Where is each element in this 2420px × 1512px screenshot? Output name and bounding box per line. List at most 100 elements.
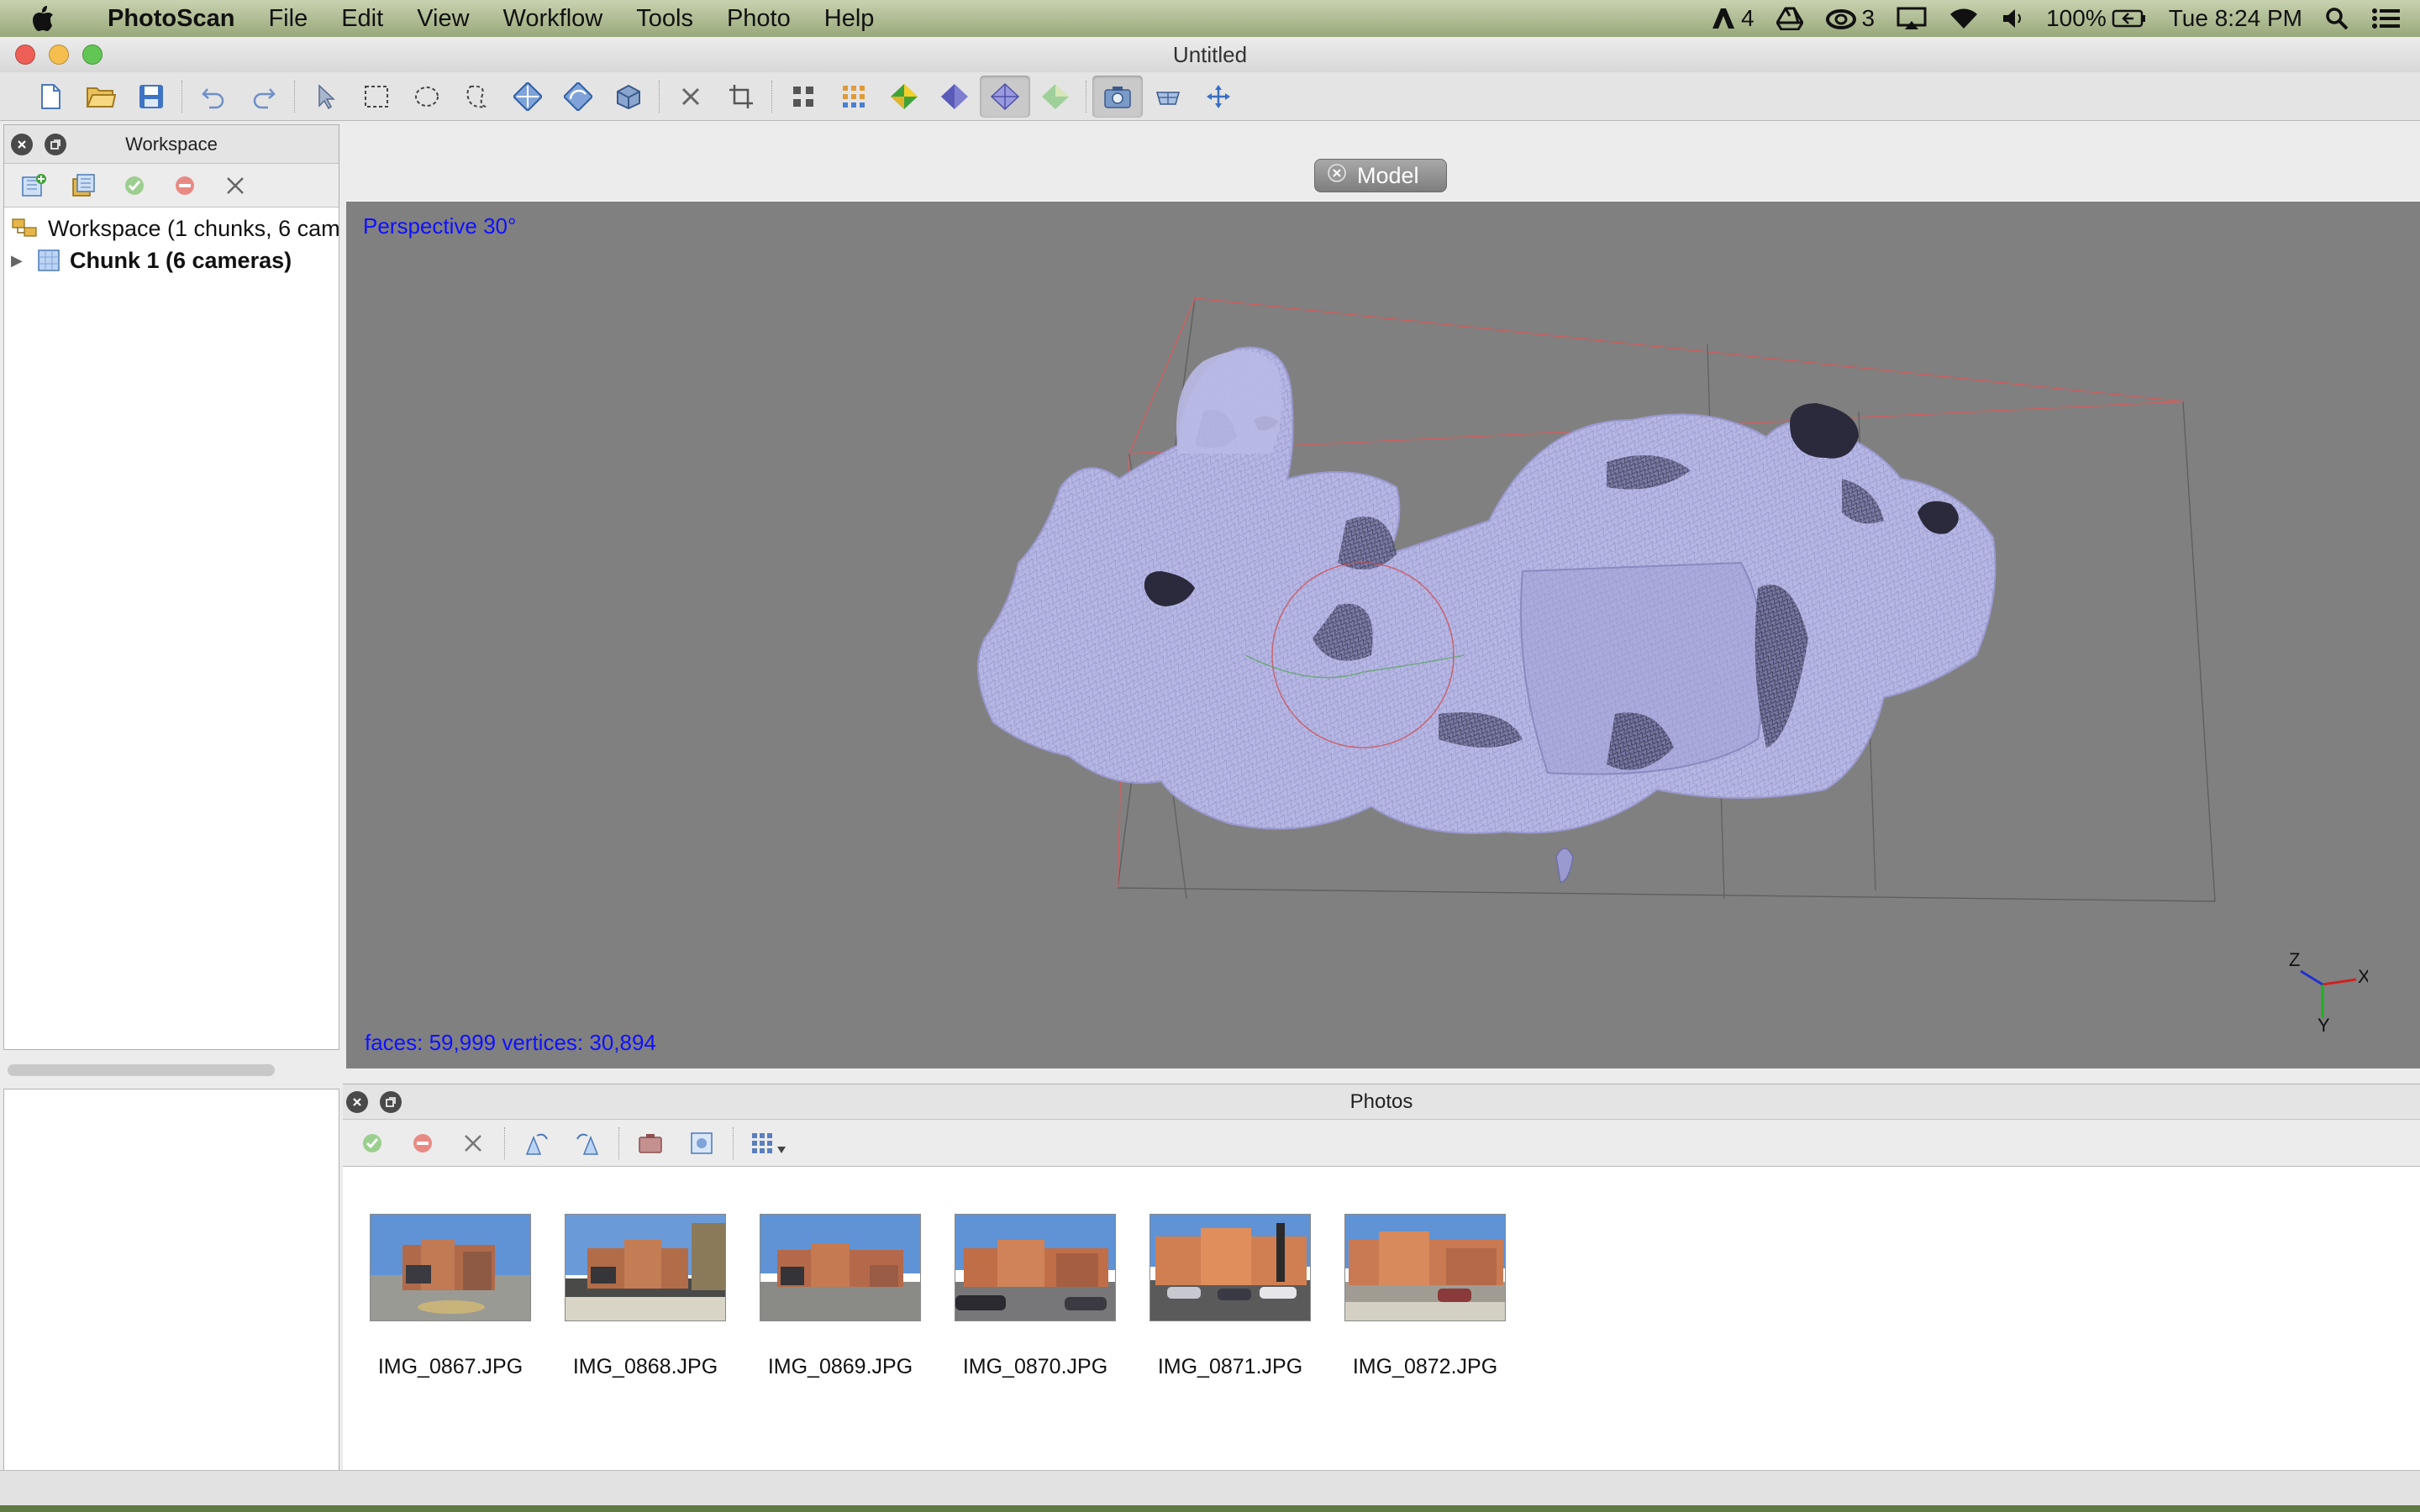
google-drive-icon [1776, 7, 1803, 30]
new-document-icon[interactable] [25, 76, 76, 118]
photo-thumbnail[interactable]: IMG_0867.JPG [370, 1214, 531, 1379]
clock[interactable]: Tue 8:24 PM [2169, 5, 2302, 32]
axis-y-label: Y [2317, 1015, 2330, 1032]
remove-items-icon[interactable] [211, 165, 260, 206]
chunk-item[interactable]: ▶ Chunk 1 (6 cameras) [11, 244, 339, 276]
close-tab-icon[interactable] [1327, 163, 1347, 189]
view-mode-icon[interactable] [741, 1123, 800, 1163]
open-photo-icon[interactable] [677, 1123, 726, 1163]
workspace-panel-header: Workspace [4, 125, 339, 164]
photos-panel-header: Photos [343, 1084, 2420, 1120]
creative-cloud-status[interactable]: 3 [1825, 5, 1875, 32]
workspace-root-item[interactable]: Workspace (1 chunks, 6 cameras) [11, 213, 339, 244]
drive-status[interactable] [1776, 7, 1803, 30]
zoom-window-button[interactable] [82, 45, 103, 65]
photo-image [1344, 1214, 1506, 1321]
menu-view[interactable]: View [400, 5, 486, 33]
remove-photos-icon[interactable] [449, 1123, 497, 1163]
photo-thumbnail[interactable]: IMG_0872.JPG [1344, 1214, 1506, 1379]
volume-status[interactable] [2001, 7, 2024, 30]
model-stats: faces: 59,999 vertices: 30,894 [365, 1030, 656, 1055]
rectangle-selection-icon[interactable] [351, 76, 402, 118]
close-panel-icon[interactable] [11, 134, 33, 155]
menu-file[interactable]: File [251, 5, 324, 33]
model-canvas[interactable] [346, 202, 2420, 1070]
photo-thumbnail[interactable]: IMG_0868.JPG [565, 1214, 726, 1379]
enable-photos-icon[interactable] [348, 1123, 397, 1163]
photo-thumbnail[interactable]: IMG_0869.JPG [760, 1214, 921, 1379]
axis-z-label: Z [2289, 949, 2300, 970]
workspace-root-label: Workspace (1 chunks, 6 cameras) [48, 215, 339, 241]
close-panel-icon[interactable] [346, 1091, 368, 1113]
model-tab[interactable]: Model [1314, 159, 1447, 192]
close-window-button[interactable] [15, 45, 35, 65]
menu-help[interactable]: Help [808, 5, 892, 33]
adobe-status[interactable]: 4 [1711, 5, 1754, 32]
navigation-arrow-icon[interactable] [301, 76, 351, 118]
disable-cameras-icon[interactable] [160, 165, 209, 206]
app-menu[interactable]: PhotoScan [91, 5, 251, 33]
circle-selection-icon[interactable] [402, 76, 452, 118]
apple-menu-icon[interactable] [30, 4, 72, 33]
wifi-icon [1950, 8, 1978, 29]
add-chunk-icon[interactable] [9, 165, 58, 206]
shaded-model-icon[interactable] [879, 76, 929, 118]
expand-arrow-icon[interactable]: ▶ [11, 252, 36, 270]
photos-panel: Photos IMG_0867.JPG IMG_0868.JPG IMG_086… [343, 1084, 2420, 1504]
adobe-count: 4 [1740, 5, 1754, 31]
free-form-selection-icon[interactable] [452, 76, 502, 118]
airplay-status[interactable] [1897, 7, 1927, 30]
delete-selection-icon[interactable] [666, 76, 716, 118]
battery-status[interactable]: 100% [2046, 5, 2147, 32]
3d-mesh-model [977, 346, 1996, 883]
wireframe-model-icon[interactable] [980, 75, 1030, 118]
photos-panel-controls [346, 1091, 402, 1113]
toolbar-separator [182, 80, 183, 113]
show-cameras-icon[interactable] [1092, 75, 1143, 118]
save-icon[interactable] [126, 76, 176, 118]
rotate-region-icon[interactable] [553, 76, 603, 118]
menu-photo[interactable]: Photo [710, 5, 808, 33]
rotate-left-icon[interactable] [513, 1123, 561, 1163]
float-panel-icon[interactable] [45, 134, 66, 155]
crop-selection-icon[interactable] [716, 76, 766, 118]
dense-cloud-icon[interactable] [829, 76, 879, 118]
photo-image [955, 1214, 1116, 1321]
solid-model-icon[interactable] [929, 76, 980, 118]
spotlight-status[interactable] [2324, 6, 2349, 31]
menu-tools[interactable]: Tools [619, 5, 710, 33]
add-photos-icon[interactable] [60, 165, 108, 206]
photo-thumbnail[interactable]: IMG_0871.JPG [1150, 1214, 1311, 1379]
workspace-horizontal-scrollbar[interactable] [8, 1064, 275, 1076]
point-cloud-icon[interactable] [778, 76, 829, 118]
photo-image [370, 1214, 531, 1321]
menu-workflow[interactable]: Workflow [487, 5, 620, 33]
rotate-object-icon[interactable] [603, 76, 654, 118]
adobe-icon [1712, 8, 1734, 29]
photo-filename: IMG_0871.JPG [1157, 1355, 1303, 1378]
float-panel-icon[interactable] [380, 1091, 402, 1113]
redo-icon[interactable] [239, 76, 289, 118]
workspace-panel: Workspace Workspace (1 chunks, 6 cameras… [3, 124, 339, 1076]
model-viewport[interactable]: Perspective 30° faces: 59,999 vertices: … [346, 200, 2420, 1068]
workspace-panel-controls [11, 134, 66, 155]
show-region-icon[interactable] [1143, 76, 1193, 118]
workspace-tree-icon [11, 216, 39, 241]
photo-image [1150, 1214, 1311, 1321]
photo-thumbnail[interactable]: IMG_0870.JPG [955, 1214, 1116, 1379]
notification-center-status[interactable] [2371, 7, 2402, 30]
rotate-right-icon[interactable] [563, 1123, 612, 1163]
reset-masks-icon[interactable] [627, 1123, 676, 1163]
minimize-window-button[interactable] [49, 45, 69, 65]
textured-model-icon[interactable] [1030, 76, 1081, 118]
photos-toolbar [343, 1120, 2420, 1167]
toolbar-separator [294, 80, 296, 113]
resize-region-icon[interactable] [502, 76, 553, 118]
open-folder-icon[interactable] [76, 76, 126, 118]
menu-edit[interactable]: Edit [324, 5, 400, 33]
wifi-status[interactable] [1949, 7, 1979, 30]
enable-cameras-icon[interactable] [110, 165, 159, 206]
reset-view-icon[interactable] [1193, 76, 1244, 118]
disable-photos-icon[interactable] [398, 1123, 447, 1163]
undo-icon[interactable] [188, 76, 239, 118]
